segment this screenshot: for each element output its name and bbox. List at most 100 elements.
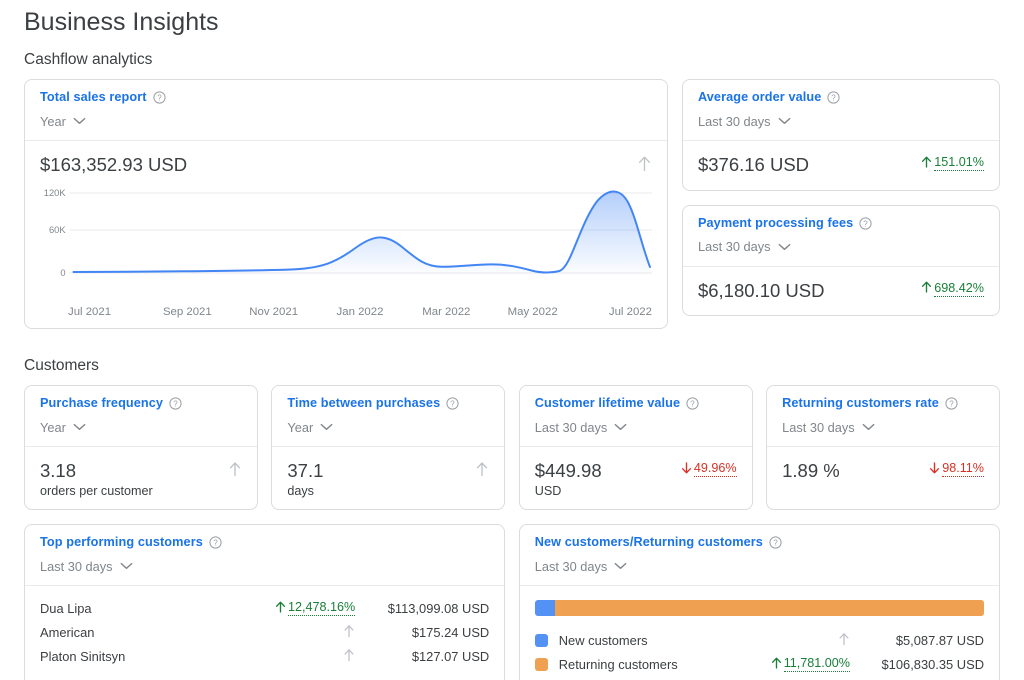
range-selector-top-performing-customers[interactable]: Last 30 days xyxy=(40,557,489,575)
card-title: Customer lifetime value xyxy=(534,396,681,411)
range-label: Year xyxy=(40,419,66,435)
customer-lifetime-value-delta: 49.96% xyxy=(681,461,737,477)
card-returning-customers-rate: Returning customers rate ? Last 30 days … xyxy=(766,385,1000,510)
help-circle-icon[interactable]: ? xyxy=(769,536,782,549)
customers-detail-row: Top performing customers ? Last 30 days … xyxy=(24,524,1000,680)
delta-value: 11,781.00% xyxy=(783,656,850,672)
card-title: New customers/Returning customers xyxy=(534,535,763,550)
purchase-frequency-unit: orders per customer xyxy=(40,483,153,498)
card-title: Total sales report xyxy=(40,90,147,105)
customer-amount: $175.24 USD xyxy=(411,624,490,640)
svg-text:?: ? xyxy=(157,93,162,102)
chevron-down-icon xyxy=(320,418,333,436)
customer-name: American xyxy=(40,624,95,640)
svg-text:120K: 120K xyxy=(44,187,67,198)
chevron-down-icon xyxy=(73,112,86,130)
customer-amount: $127.07 USD xyxy=(411,648,490,664)
arrow-up-icon xyxy=(343,648,355,665)
svg-text:?: ? xyxy=(949,399,954,408)
average-order-value-amount: $376.16 USD xyxy=(697,154,810,175)
chevron-down-icon xyxy=(614,418,627,436)
card-payment-processing-fees: Payment processing fees ? Last 30 days $… xyxy=(681,204,1000,317)
x-tick: Jul 2021 xyxy=(68,306,112,318)
x-tick: Jan 2022 xyxy=(336,306,384,318)
svg-text:?: ? xyxy=(864,219,869,228)
arrow-up-icon xyxy=(475,461,489,482)
x-tick: May 2022 xyxy=(507,306,558,318)
card-total-sales-report: Total sales report ? Year $163,352.93 US… xyxy=(24,79,668,329)
card-title: Top performing customers xyxy=(40,535,203,550)
svg-text:?: ? xyxy=(173,399,178,408)
range-label: Year xyxy=(40,113,66,129)
arrow-up-icon xyxy=(275,601,286,616)
x-tick: Mar 2022 xyxy=(422,306,471,318)
range-label: Last 30 days xyxy=(534,419,608,435)
range-label: Year xyxy=(287,419,314,435)
section-title-customers: Customers xyxy=(24,357,99,374)
help-circle-icon[interactable]: ? xyxy=(859,217,872,230)
svg-text:?: ? xyxy=(832,93,837,102)
purchase-frequency-value: 3.18 xyxy=(40,460,77,481)
range-label: Last 30 days xyxy=(40,558,113,574)
section-title-cashflow: Cashflow analytics xyxy=(24,51,153,68)
returning-customers-rate-value: 1.89 % xyxy=(782,460,840,481)
range-label: Last 30 days xyxy=(782,419,855,435)
legend-item-returning-customers: Returning customers 11,781.00% $106,830.… xyxy=(534,652,984,676)
svg-text:60K: 60K xyxy=(49,224,66,235)
help-circle-icon[interactable]: ? xyxy=(153,91,166,104)
help-circle-icon[interactable]: ? xyxy=(446,397,459,410)
table-row[interactable]: American $175.24 USD xyxy=(40,620,489,644)
range-selector-total-sales[interactable]: Year xyxy=(40,112,652,130)
arrow-down-icon xyxy=(929,461,940,477)
arrow-up-icon xyxy=(343,624,355,641)
table-row[interactable]: Platon Sinitsyn $127.07 USD xyxy=(40,644,489,668)
customer-delta xyxy=(343,624,355,641)
legend-delta xyxy=(838,632,850,649)
help-circle-icon[interactable]: ? xyxy=(945,397,958,410)
card-average-order-value: Average order value ? Last 30 days $376.… xyxy=(681,79,1000,191)
chevron-down-icon xyxy=(778,238,791,256)
svg-text:?: ? xyxy=(451,399,456,408)
card-title: Purchase frequency xyxy=(40,396,164,411)
card-title: Payment processing fees xyxy=(697,215,854,230)
chart-svg: 120K 60K 0 xyxy=(44,187,652,278)
legend-amount: $5,087.87 USD xyxy=(895,632,984,648)
card-title: Time between purchases xyxy=(287,396,441,411)
range-selector-time-between-purchases[interactable]: Year xyxy=(287,418,489,436)
arrow-up-icon xyxy=(921,156,932,171)
chevron-down-icon xyxy=(778,112,791,130)
new-vs-returning-stacked-bar xyxy=(534,600,984,616)
range-selector-average-order-value[interactable]: Last 30 days xyxy=(698,112,984,130)
chevron-down-icon xyxy=(862,418,875,436)
range-label: Last 30 days xyxy=(534,558,608,574)
range-selector-customer-lifetime-value[interactable]: Last 30 days xyxy=(535,418,737,436)
help-circle-icon[interactable]: ? xyxy=(209,536,222,549)
range-label: Last 30 days xyxy=(697,239,771,255)
legend-label: New customers xyxy=(558,632,648,648)
card-new-vs-returning-customers: New customers/Returning customers ? Last… xyxy=(518,524,1000,680)
legend-label: Returning customers xyxy=(558,656,678,672)
table-row[interactable]: Dua Lipa 12,478.16% $113,099.08 USD xyxy=(40,596,489,620)
help-circle-icon[interactable]: ? xyxy=(827,91,841,104)
time-between-purchases-value: 37.1 xyxy=(287,460,324,481)
svg-text:?: ? xyxy=(773,538,778,547)
card-purchase-frequency: Purchase frequency ? Year 3.18 orders pe… xyxy=(24,385,258,510)
range-selector-new-vs-returning[interactable]: Last 30 days xyxy=(535,557,984,575)
customer-delta: 12,478.16% xyxy=(275,600,356,616)
range-selector-purchase-frequency[interactable]: Year xyxy=(40,418,242,436)
arrow-up-icon xyxy=(637,155,652,177)
average-order-value-delta: 151.01% xyxy=(921,155,984,171)
card-title: Average order value xyxy=(697,90,822,105)
arrow-up-icon xyxy=(228,461,242,482)
help-circle-icon[interactable]: ? xyxy=(686,397,699,410)
range-selector-returning-customers-rate[interactable]: Last 30 days xyxy=(782,418,984,436)
x-tick: Sep 2021 xyxy=(162,306,212,318)
range-selector-payment-processing-fees[interactable]: Last 30 days xyxy=(698,238,984,256)
business-insights-page: Business Insights Cashflow analytics Tot… xyxy=(0,0,1024,680)
chart-area-fill xyxy=(73,191,651,273)
bar-segment-new-customers xyxy=(534,600,555,616)
returning-customers-rate-delta: 98.11% xyxy=(929,461,984,477)
total-sales-body: $163,352.93 USD 120K 60K 0 Jul 2021 Sep … xyxy=(25,141,667,328)
arrow-up-icon xyxy=(838,632,850,649)
help-circle-icon[interactable]: ? xyxy=(169,397,182,410)
